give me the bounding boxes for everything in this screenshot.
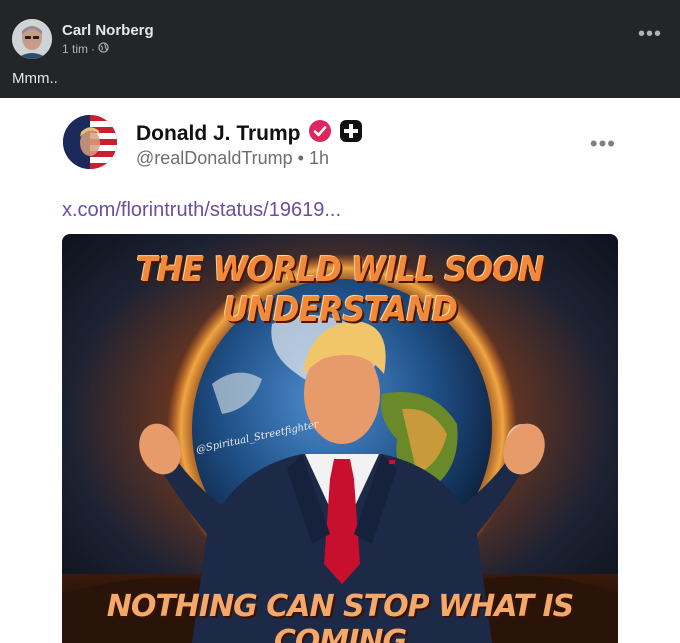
author-name[interactable]: Carl Norberg [62,22,154,39]
shared-link: x.com/florintruth/status/19619... [62,199,342,221]
post-meta: 1 tim · [62,42,109,56]
verified-badge-icon [308,119,332,149]
shared-author-handle: @realDonaldTrump • 1h [136,148,329,168]
meme-headline: THE WORLD WILL SOON UNDERSTAND [136,250,544,330]
shared-author-name: Donald J. Trump [136,119,363,149]
post-time[interactable]: 1 tim [62,42,88,56]
author-avatar[interactable] [12,19,52,59]
meta-separator: · [91,42,96,56]
facebook-post-header: Carl Norberg 1 tim · ••• Mmm.. [0,0,680,98]
post-caption: Mmm.. [12,70,58,87]
globe-icon [98,42,109,56]
shared-author-name-text: Donald J. Trump [136,122,301,145]
plus-badge-icon [339,119,363,149]
shared-author-avatar [63,115,117,169]
shared-options-icon: ••• [589,131,616,156]
shared-post-image[interactable]: Donald J. Trump @realDonaldTrump • 1h ••… [0,98,680,643]
post-options-icon[interactable]: ••• [638,24,662,44]
meme-footer: NOTHING CAN STOP WHAT IS COMING [106,589,575,643]
meme-image: THE WORLD WILL SOON UNDERSTAND @Spiritua… [62,234,618,643]
